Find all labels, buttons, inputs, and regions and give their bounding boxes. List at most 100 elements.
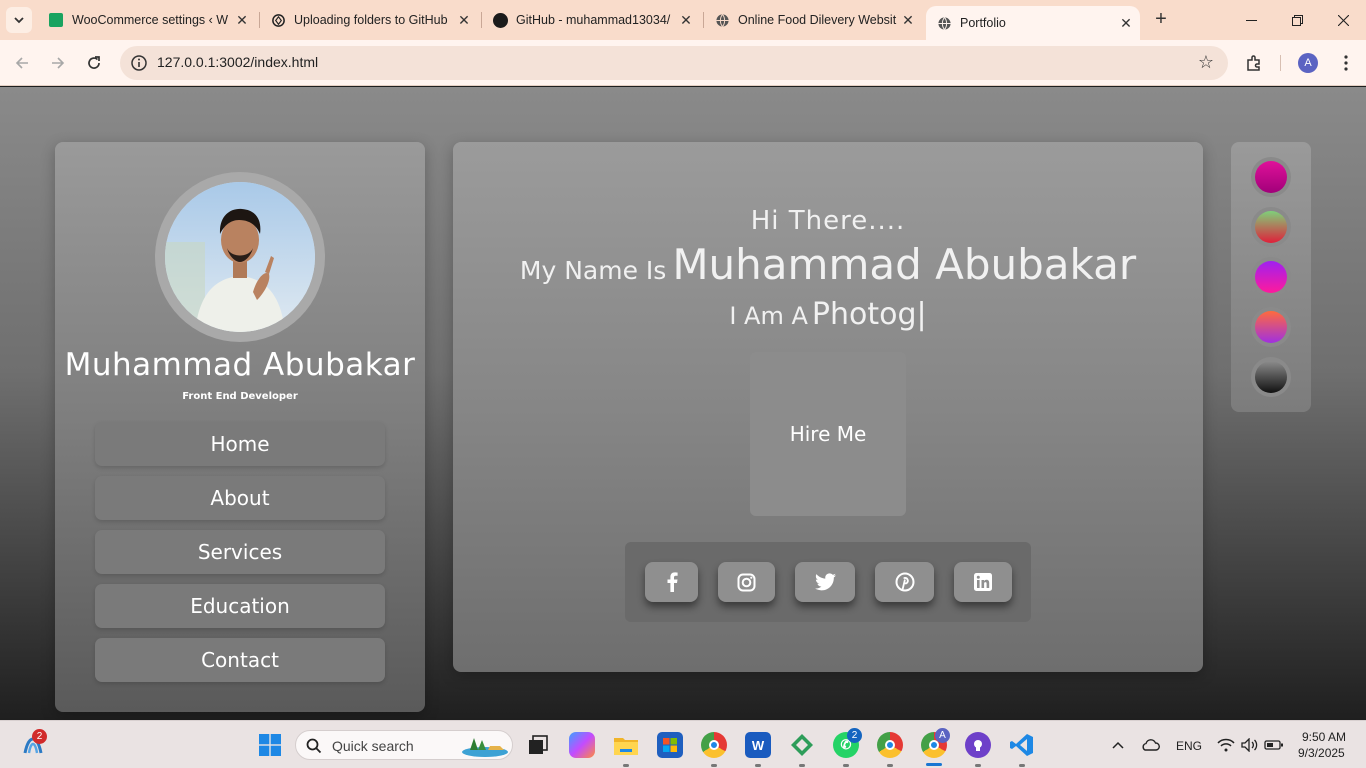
swatch-color [1255, 161, 1287, 193]
github-icon [492, 12, 508, 28]
vscode-icon[interactable] [1009, 732, 1035, 758]
nav-services-button[interactable]: Services [95, 530, 385, 574]
clock-time[interactable]: 9:50 AM [1302, 730, 1346, 744]
profile-avatar[interactable]: A [1298, 53, 1318, 73]
volume-icon[interactable] [1237, 732, 1263, 758]
nav-home-button[interactable]: Home [95, 422, 385, 466]
social-links [625, 542, 1031, 622]
theme-swatch-pink[interactable] [1251, 157, 1291, 197]
tab-title: Portfolio [960, 16, 1006, 30]
browser-tab-woocommerce[interactable]: WooCommerce settings ‹ W ✕ [38, 0, 256, 40]
active-app-indicator [926, 763, 942, 766]
battery-icon[interactable] [1261, 732, 1287, 758]
onedrive-cloud-icon[interactable] [1137, 732, 1163, 758]
close-tab-icon[interactable]: ✕ [454, 12, 474, 29]
file-explorer-icon[interactable] [613, 732, 639, 758]
woocommerce-icon [48, 12, 64, 28]
theme-swatch-gray-black[interactable] [1251, 357, 1291, 397]
address-bar[interactable]: 127.0.0.1:3002/index.html ☆ [120, 46, 1228, 80]
theme-swatch-green-red[interactable] [1251, 207, 1291, 247]
windows-start-icon[interactable] [257, 732, 283, 758]
chrome-profile-badge: A [935, 728, 950, 743]
profile-role: Front End Developer [182, 391, 298, 402]
running-indicator [887, 764, 893, 767]
profile-photo [165, 182, 315, 332]
instagram-icon [737, 573, 756, 591]
profile-sidebar: Muhammad Abubakar Front End Developer Ho… [55, 142, 425, 712]
clock-date[interactable]: 9/3/2025 [1298, 746, 1345, 760]
twitter-icon [814, 573, 836, 591]
chrome-profile-2-icon[interactable] [877, 732, 903, 758]
search-icon [306, 738, 322, 754]
github-desktop-icon[interactable] [965, 732, 991, 758]
new-tab-button[interactable]: + [1150, 8, 1172, 30]
bookmark-star-icon[interactable]: ☆ [1198, 52, 1214, 73]
browser-tab-strip: WooCommerce settings ‹ W ✕ Uploading fol… [0, 0, 1366, 40]
app-diamond-icon[interactable] [789, 732, 815, 758]
language-indicator[interactable]: ENG [1176, 739, 1202, 753]
instagram-button[interactable] [718, 562, 775, 602]
chevron-down-icon [14, 17, 24, 24]
theme-swatch-orange-purple[interactable] [1251, 307, 1291, 347]
browser-toolbar: 127.0.0.1:3002/index.html ☆ A [0, 40, 1366, 86]
nav-contact-button[interactable]: Contact [95, 638, 385, 682]
globe-icon [714, 12, 730, 28]
restore-icon[interactable] [1274, 0, 1320, 40]
whatsapp-badge: 2 [847, 728, 862, 743]
nav-about-button[interactable]: About [95, 476, 385, 520]
tab-title: Uploading folders to GitHub [294, 13, 448, 27]
microsoft-store-icon[interactable] [657, 732, 683, 758]
browser-tab-food-delivery[interactable]: Online Food Dilevery Websit ✕ [704, 0, 922, 40]
toolbar-divider [1280, 55, 1281, 71]
running-indicator [1019, 764, 1025, 767]
twitter-button[interactable] [795, 562, 855, 602]
copilot-icon[interactable] [569, 732, 595, 758]
portfolio-page: Muhammad Abubakar Front End Developer Ho… [0, 87, 1366, 720]
tab-title: Online Food Dilevery Websit [738, 13, 897, 27]
hero-name-line: My Name Is Muhammad Abubakar [453, 240, 1203, 289]
close-window-icon[interactable] [1320, 0, 1366, 40]
hero-section: Hi There.... My Name Is Muhammad Abubakar… [453, 142, 1203, 672]
extensions-icon[interactable] [1242, 51, 1266, 75]
back-arrow-icon[interactable] [10, 51, 34, 75]
task-view-icon[interactable] [525, 732, 551, 758]
close-tab-icon[interactable]: ✕ [676, 12, 696, 29]
linkedin-icon [974, 573, 992, 591]
linkedin-button[interactable] [954, 562, 1012, 602]
wifi-icon[interactable] [1213, 732, 1239, 758]
hero-name: Muhammad Abubakar [672, 240, 1137, 289]
url-text: 127.0.0.1:3002/index.html [157, 54, 319, 70]
word-icon[interactable]: W [745, 732, 771, 758]
tray-chevron-up-icon[interactable] [1105, 732, 1131, 758]
globe-icon [936, 15, 952, 31]
running-indicator [843, 764, 849, 767]
close-tab-icon[interactable]: ✕ [1116, 15, 1136, 32]
minimize-icon[interactable] [1228, 0, 1274, 40]
swatch-color [1255, 311, 1287, 343]
close-tab-icon[interactable]: ✕ [232, 12, 252, 29]
tab-search-button[interactable] [6, 7, 32, 33]
reload-icon[interactable] [82, 51, 106, 75]
facebook-button[interactable] [645, 562, 698, 602]
taskbar-search[interactable]: Quick search [295, 730, 513, 760]
browser-tab-portfolio[interactable]: Portfolio ✕ [926, 6, 1140, 40]
chatgpt-icon [270, 12, 286, 28]
forward-arrow-icon[interactable] [46, 51, 70, 75]
browser-tab-github[interactable]: GitHub - muhammad13034/ ✕ [482, 0, 700, 40]
facebook-icon [667, 572, 678, 592]
running-indicator [623, 764, 629, 767]
theme-color-switcher [1231, 142, 1311, 412]
site-info-icon[interactable] [130, 54, 148, 72]
swatch-color [1255, 261, 1287, 293]
browser-tab-uploading-folders[interactable]: Uploading folders to GitHub ✕ [260, 0, 478, 40]
nav-education-button[interactable]: Education [95, 584, 385, 628]
hire-me-button[interactable]: Hire Me [750, 352, 906, 516]
swatch-color [1255, 211, 1287, 243]
widgets-badge: 2 [32, 729, 47, 744]
chrome-icon[interactable] [701, 732, 727, 758]
sidebar-nav: Home About Services Education Contact [95, 422, 385, 692]
theme-swatch-purple-pink[interactable] [1251, 257, 1291, 297]
pinterest-button[interactable] [875, 562, 934, 602]
close-tab-icon[interactable]: ✕ [898, 12, 918, 29]
menu-kebab-icon[interactable] [1334, 51, 1358, 75]
